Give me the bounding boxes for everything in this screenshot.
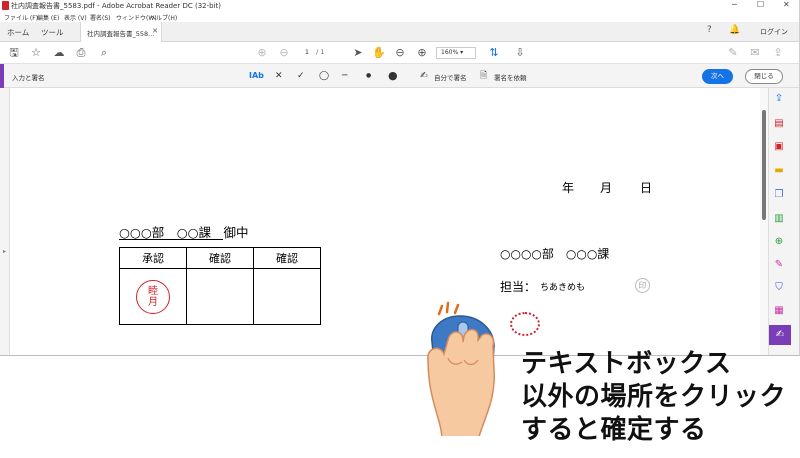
approval-cell-approve: 睦月 xyxy=(119,268,187,325)
date-year: 年 xyxy=(562,181,575,195)
export-pdf-icon[interactable]: ⇪ xyxy=(772,92,786,106)
wrist-fade xyxy=(440,436,480,446)
zoom-in-icon[interactable]: ⊕ xyxy=(414,45,430,61)
stamp-bottom-char: 月 xyxy=(148,296,158,308)
share-icon[interactable]: ⇪ xyxy=(770,45,786,61)
person-name-textbox[interactable]: ちあきめも xyxy=(540,280,585,293)
page-number-input[interactable]: 1 xyxy=(301,47,313,58)
window-title: 社内調査報告書_5583.pdf - Adobe Acrobat Reader … xyxy=(11,2,221,10)
page-fit-icon[interactable]: ⇅ xyxy=(486,45,502,61)
protect-icon[interactable]: ⛉ xyxy=(772,281,786,295)
sign-pen-icon[interactable]: ✎ xyxy=(725,45,741,61)
fill-sign-accent xyxy=(0,64,4,88)
search-icon[interactable]: ⌕ xyxy=(96,45,112,61)
acrobat-logo-icon xyxy=(2,1,9,10)
left-panel-toggle[interactable]: ▸ xyxy=(0,88,10,355)
document-tab-label: 社内調査報告書_558... xyxy=(87,30,155,38)
menu-help[interactable]: ヘルプ(H) xyxy=(150,13,177,22)
email-icon[interactable]: ✉ xyxy=(747,45,763,61)
sign-tool-active-icon[interactable]: ✍ xyxy=(769,325,791,345)
notification-bell-icon[interactable]: 🔔 xyxy=(729,25,740,35)
help-icon[interactable]: ? xyxy=(707,25,712,35)
department: ○○○○部 ○○○課 xyxy=(500,247,610,261)
menu-view[interactable]: 表示 (V) xyxy=(64,13,87,22)
dot-shape-icon[interactable]: ● xyxy=(366,68,371,84)
expand-arrow-icon[interactable]: ▸ xyxy=(3,248,6,255)
zoom-value: 160% xyxy=(441,49,459,56)
menu-file[interactable]: ファイル (F) xyxy=(4,13,38,22)
add-text-icon[interactable]: IAb xyxy=(249,68,264,84)
menu-bar: ファイル (F) 編集 (E) 表示 (V) 署名(S) ウィンドウ(W) ヘル… xyxy=(0,12,799,22)
main-toolbar: 🖫 ☆ ☁ ⎙ ⌕ ⊕ ⊖ 1 / 1 ➤ ✋ ⊖ ⊕ 160% ▾ ⇅ ⇩ ✎… xyxy=(0,42,799,64)
approval-header-approve: 承認 xyxy=(119,247,187,269)
select-cursor-icon[interactable]: ➤ xyxy=(350,45,366,61)
scroll-mode-icon[interactable]: ⇩ xyxy=(512,45,528,61)
scan-ocr-icon[interactable]: ⊕ xyxy=(772,235,786,249)
combine-files-icon[interactable]: ❐ xyxy=(772,188,786,202)
minimize-icon[interactable]: ─ xyxy=(732,0,737,9)
create-pdf-icon[interactable]: ▤ xyxy=(772,117,786,131)
upload-cloud-icon[interactable]: ☁ xyxy=(51,45,67,61)
approval-table: 承認 確認 確認 睦月 xyxy=(119,247,321,325)
person-label: 担当： xyxy=(500,280,537,294)
tab-home[interactable]: ホーム xyxy=(7,27,29,38)
close-button[interactable]: 閉じる xyxy=(745,69,783,84)
hand-mouse-illustration xyxy=(427,301,495,446)
bookmark-star-icon[interactable]: ☆ xyxy=(28,45,44,61)
date-day: 日 xyxy=(640,181,653,195)
hand-tool-icon[interactable]: ✋ xyxy=(371,45,387,61)
tab-document[interactable]: 社内調査報告書_558... ✕ xyxy=(80,22,162,42)
self-sign-label[interactable]: 自分で署名 xyxy=(434,72,467,82)
annotation-caption: テキストボックス 以外の場所をクリック すると確定する xyxy=(521,348,786,447)
annotation-line-3: すると確定する xyxy=(521,415,707,445)
circle-shape-icon[interactable]: ◯ xyxy=(319,68,329,84)
save-icon[interactable]: 🖫 xyxy=(6,45,22,61)
page-total: / 1 xyxy=(316,48,325,56)
hanko-stamp: 睦月 xyxy=(136,279,170,314)
zoom-select[interactable]: 160% ▾ xyxy=(436,47,476,59)
edit-pdf-icon[interactable]: ▣ xyxy=(772,140,786,154)
acrobat-window: 社内調査報告書_5583.pdf - Adobe Acrobat Reader … xyxy=(0,0,800,356)
annotation-line-2: 以外の場所をクリック xyxy=(521,382,787,412)
menu-edit[interactable]: 編集 (E) xyxy=(37,13,59,22)
color-picker-icon[interactable]: ● xyxy=(388,68,398,84)
compress-icon[interactable]: ▦ xyxy=(772,304,786,318)
login-link[interactable]: ログイン xyxy=(760,27,788,37)
print-icon[interactable]: ⎙ xyxy=(73,45,89,61)
addressee-underline xyxy=(119,239,223,240)
close-window-icon[interactable]: ✕ xyxy=(783,0,790,9)
maximize-icon[interactable]: ☐ xyxy=(757,0,764,9)
approval-header-check1: 確認 xyxy=(186,247,254,269)
approval-header-check2: 確認 xyxy=(253,247,321,269)
scrollbar-thumb[interactable] xyxy=(762,110,766,220)
stamp-top-char: 睦 xyxy=(148,285,158,297)
zoom-out-icon[interactable]: ⊖ xyxy=(392,45,408,61)
comment-icon[interactable]: ▬ xyxy=(772,164,786,178)
request-sign-icon[interactable]: 🗎 xyxy=(480,68,487,84)
click-lines-icon xyxy=(437,301,460,316)
approval-cell-check2 xyxy=(253,268,321,325)
fill-sign-toolbar: 入力と署名 IAb ✕ ✓ ◯ ─ ● ● ✍ 自分で署名 🗎 署名を依頼 xyxy=(0,64,799,88)
self-sign-icon[interactable]: ✍ xyxy=(420,68,428,84)
annotation-line-1: テキストボックス xyxy=(521,349,732,379)
title-bar: 社内調査報告書_5583.pdf - Adobe Acrobat Reader … xyxy=(0,0,799,12)
tab-tools[interactable]: ツール xyxy=(41,27,64,38)
page-up-icon[interactable]: ⊕ xyxy=(254,45,270,61)
organize-pages-icon[interactable]: ▥ xyxy=(772,212,786,226)
check-mark-icon[interactable]: ✓ xyxy=(297,68,305,84)
line-shape-icon[interactable]: ─ xyxy=(342,68,347,84)
page-down-icon[interactable]: ⊖ xyxy=(276,45,292,61)
date-month: 月 xyxy=(600,181,613,195)
approval-cell-check1 xyxy=(186,268,254,325)
next-button[interactable]: 次へ xyxy=(702,69,733,84)
cross-mark-icon[interactable]: ✕ xyxy=(275,68,283,84)
close-tab-icon[interactable]: ✕ xyxy=(152,27,158,35)
faint-seal-mark: 印 xyxy=(635,278,650,293)
request-sign-label[interactable]: 署名を依頼 xyxy=(494,72,527,82)
vertical-scrollbar[interactable] xyxy=(760,88,768,355)
menu-sign[interactable]: 署名(S) xyxy=(90,13,111,22)
fill-sign-title: 入力と署名 xyxy=(12,74,45,82)
fill-sign-panel-icon[interactable]: ✎ xyxy=(772,258,786,272)
